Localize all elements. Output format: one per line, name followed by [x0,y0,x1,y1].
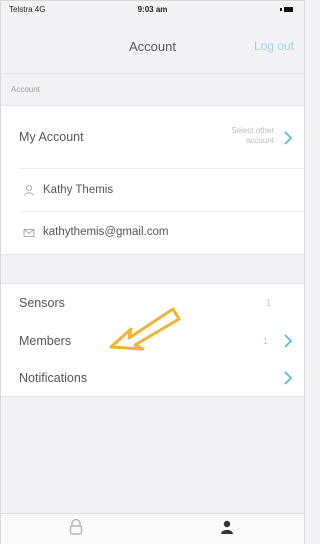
sensors-count: 1 [265,298,271,308]
chevron-right-icon[interactable] [282,130,294,146]
section-header-label: Account [11,85,40,94]
arrow-annotation-icon [109,307,181,351]
email-row: kathythemis@gmail.com [1,212,304,254]
name-row: Kathy Themis [1,169,304,211]
tab-bar [1,513,304,544]
mail-icon [23,229,35,237]
account-card: My Account Select other account Kathy Th… [1,105,304,255]
user-email: kathythemis@gmail.com [43,226,169,238]
my-account-label: My Account [19,130,84,144]
select-other-line2: account [245,136,274,145]
clock: 9:03 am [137,5,168,14]
battery-icon [280,6,296,13]
members-label: Members [19,334,72,348]
user-name: Kathy Themis [43,184,114,196]
chevron-right-icon[interactable] [282,370,294,386]
notifications-row[interactable]: Notifications [1,359,304,396]
my-account-row[interactable]: My Account Select other account [1,106,304,168]
select-other-line1: Select other [231,126,274,135]
logout-button[interactable]: Log out [254,39,294,53]
tab-sensors[interactable] [1,514,152,544]
members-count: 1 [262,336,268,346]
person-icon [221,520,233,534]
chevron-right-icon[interactable] [282,333,294,349]
user-icon [24,185,34,196]
notifications-label: Notifications [19,371,88,385]
lock-icon [69,518,83,535]
select-other-account-link[interactable]: Select other account [214,126,274,146]
navigation-bar: Account Log out [1,21,304,74]
sensors-label: Sensors [19,296,65,310]
status-bar: Telstra 4G 9:03 am [1,1,304,21]
tab-account[interactable] [152,514,303,544]
section-header: Account [1,77,304,103]
phone-screen: Telstra 4G 9:03 am Account Log out Accou… [0,0,305,544]
